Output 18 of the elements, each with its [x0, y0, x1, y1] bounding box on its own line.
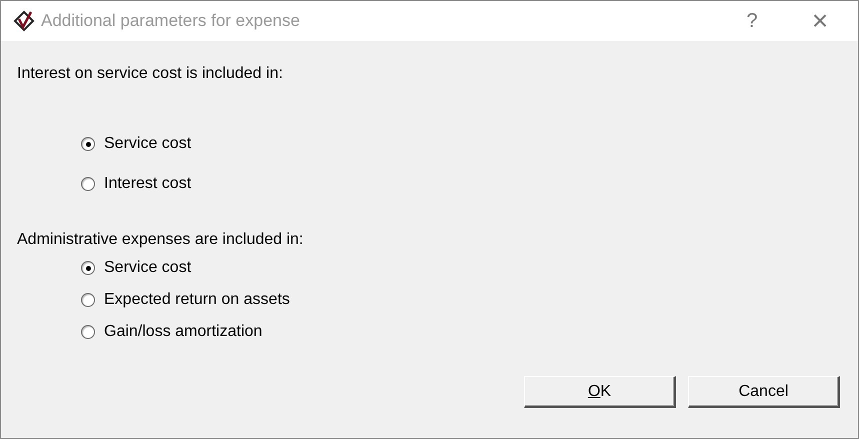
group-label: Interest on service cost is included in:: [17, 65, 283, 83]
close-button[interactable]: ×: [806, 5, 834, 37]
checkmark-logo-icon: [13, 10, 35, 32]
radio-button[interactable]: [81, 293, 95, 307]
help-button[interactable]: ?: [742, 10, 762, 32]
radio-label[interactable]: Interest cost: [104, 175, 192, 193]
cancel-button[interactable]: Cancel: [688, 376, 840, 408]
radio-label[interactable]: Service cost: [104, 135, 192, 153]
radio-label[interactable]: Gain/loss amortization: [104, 323, 262, 341]
group-label: Administrative expenses are included in:: [17, 231, 304, 249]
radio-label[interactable]: Expected return on assets: [104, 291, 290, 309]
window-title: Additional parameters for expense: [41, 11, 301, 31]
ok-button[interactable]: OK: [524, 376, 676, 408]
radio-button[interactable]: [81, 261, 95, 275]
radio-label[interactable]: Service cost: [104, 259, 192, 277]
radio-button[interactable]: [81, 177, 95, 191]
radio-button[interactable]: [81, 325, 95, 339]
radio-button[interactable]: [81, 137, 95, 151]
